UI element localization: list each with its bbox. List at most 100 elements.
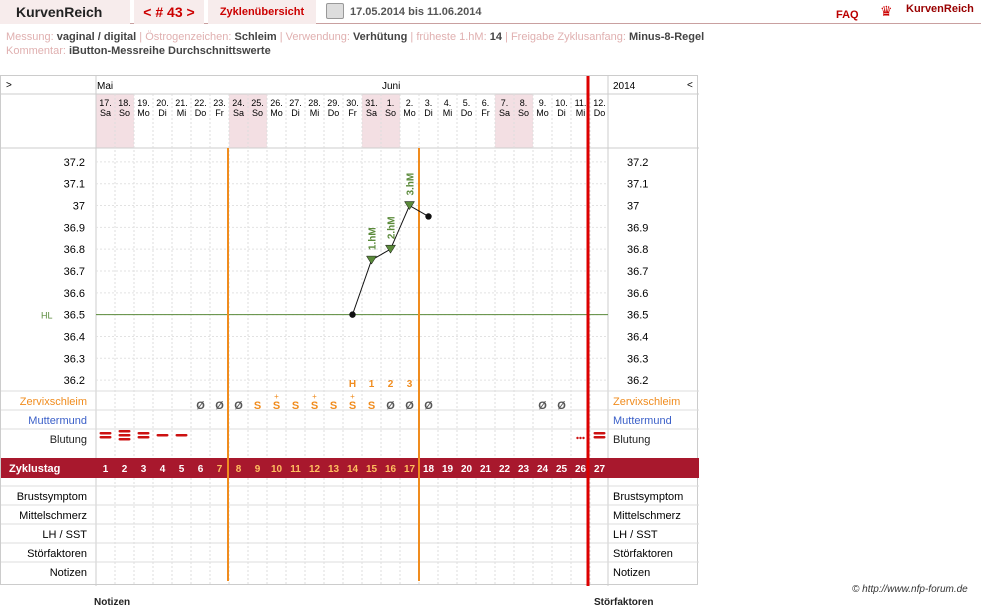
bleeding-mark — [118, 434, 131, 437]
temp-tick-right: 36.7 — [627, 266, 648, 278]
oestrogen-label: Östrogenzeichen: — [145, 31, 232, 43]
logo-text[interactable]: KurvenReich — [906, 3, 974, 15]
row-label-blutung: Blutung — [50, 434, 87, 446]
day-date: 5. — [463, 98, 471, 108]
faq-link[interactable]: FAQ — [836, 3, 859, 27]
zervix-symbol: Ø — [538, 400, 547, 412]
h-marker: 3 — [407, 379, 413, 390]
day-date: 18. — [118, 98, 131, 108]
day-weekday: Di — [158, 108, 167, 118]
day-date: 31. — [365, 98, 378, 108]
day-weekday: Sa — [233, 108, 244, 118]
day-date: 21. — [175, 98, 188, 108]
day-weekday: Sa — [100, 108, 111, 118]
day-date: 2. — [406, 98, 414, 108]
h-marker: 1 — [369, 379, 375, 390]
day-date: 4. — [444, 98, 452, 108]
zervix-symbol: Ø — [234, 400, 243, 412]
cycle-day-number: 22 — [499, 464, 511, 475]
row-label-right-mittel: Mittelschmerz — [613, 510, 681, 522]
cycle-chart[interactable]: > <2014 Mai Juni 17. Sa 18. So 19. Mo 20. Di 21. Mi 22… — [0, 75, 699, 586]
freigabe-label: Freigabe Zyklusanfang: — [510, 31, 626, 43]
row-label-right-blutung: Blutung — [613, 434, 650, 446]
cycle-day-number: 8 — [236, 464, 242, 475]
bleeding-dot — [576, 436, 579, 440]
zervix-symbol: Ø — [405, 400, 414, 412]
bleeding-mark — [137, 432, 150, 435]
zervix-symbol: Ø — [215, 400, 224, 412]
temp-point-hm — [366, 255, 377, 265]
hm-label: 3.hM — [406, 173, 417, 196]
hl-label: HL — [41, 311, 53, 321]
row-label-mittel: Mittelschmerz — [19, 510, 87, 522]
cycle-day-number: 15 — [366, 464, 378, 475]
verwendung-label: Verwendung: — [285, 31, 350, 43]
day-date: 10. — [555, 98, 568, 108]
messung-label: Messung: — [6, 31, 54, 43]
temp-tick-left: 36.9 — [64, 222, 85, 234]
cycle-meta: Messung: vaginal / digital | Östrogenzei… — [6, 31, 705, 57]
day-weekday: Fr — [215, 108, 224, 118]
temp-tick-left: 37 — [73, 201, 85, 213]
day-date: 12. — [593, 98, 606, 108]
cycle-day-number: 25 — [556, 464, 568, 475]
cycle-day-number: 21 — [480, 464, 492, 475]
cycle-day-number: 24 — [537, 464, 549, 475]
zervix-symbol: Ø — [196, 400, 205, 412]
month-label: Mai — [97, 81, 113, 92]
temp-point — [349, 311, 356, 318]
day-weekday: Di — [424, 108, 433, 118]
zervix-symbol: S — [273, 400, 280, 412]
nav-right-button[interactable]: < — [687, 80, 693, 91]
temp-tick-left: 36.3 — [64, 353, 85, 365]
zervix-symbol: Ø — [557, 400, 566, 412]
row-label-zervix: Zervixschleim — [20, 396, 87, 408]
nav-left-button[interactable]: > — [6, 80, 12, 91]
cycle-chart-svg[interactable]: > <2014Mai Juni17.Sa18.So19.Mo20.Di21.Mi22… — [1, 76, 699, 586]
day-weekday: Sa — [499, 108, 510, 118]
day-weekday: Fr — [481, 108, 490, 118]
day-date: 25. — [251, 98, 264, 108]
zervix-symbol: Ø — [386, 400, 395, 412]
day-date: 22. — [194, 98, 207, 108]
cycle-day-number: 18 — [423, 464, 435, 475]
temp-tick-left: 36.6 — [64, 288, 85, 300]
temp-point — [425, 213, 432, 220]
temp-tick-right: 36.8 — [627, 244, 648, 256]
hm-label: früheste 1.hM: — [416, 31, 487, 43]
day-weekday: Mo — [403, 108, 416, 118]
row-label-right-zervix: Zervixschleim — [613, 396, 680, 408]
temp-tick-left: 36.4 — [64, 331, 85, 343]
verwendung-value: Verhütung — [352, 31, 408, 43]
month-label: Juni — [382, 81, 400, 92]
cycle-navigator[interactable]: < # 43 > — [134, 0, 204, 24]
row-label-right-brust: Brustsymptom — [613, 491, 683, 503]
brand-title[interactable]: KurvenReich — [0, 0, 130, 24]
cycle-day-number: 27 — [594, 464, 606, 475]
bleeding-mark — [137, 436, 150, 439]
print-icon[interactable] — [326, 3, 344, 19]
hm-value: 14 — [489, 31, 502, 43]
bleeding-mark — [118, 430, 131, 433]
day-weekday: So — [252, 108, 263, 118]
day-date: 1. — [387, 98, 395, 108]
copyright[interactable]: © http://www.nfp-forum.de — [852, 584, 968, 595]
temp-tick-right: 36.6 — [627, 288, 648, 300]
zervix-symbol: S — [368, 400, 375, 412]
day-date: 29. — [327, 98, 340, 108]
footer-stoerfaktoren: Störfaktoren — [594, 597, 654, 608]
day-weekday: Mo — [270, 108, 283, 118]
h-marker: H — [349, 379, 356, 390]
day-weekday: So — [385, 108, 396, 118]
zyklustag-label: Zyklustag — [9, 463, 60, 475]
footer-notizen: Notizen — [94, 597, 131, 608]
row-label-muttermund: Muttermund — [28, 415, 87, 427]
cycle-overview-link[interactable]: Zyklenübersicht — [208, 0, 316, 24]
day-weekday: Mi — [443, 108, 453, 118]
day-weekday: Mi — [310, 108, 320, 118]
cycle-day-number: 6 — [198, 464, 204, 475]
kommentar-label: Kommentar: — [6, 45, 66, 57]
cycle-day-number: 5 — [179, 464, 185, 475]
row-label-right-muttermund: Muttermund — [613, 415, 672, 427]
cycle-day-number: 26 — [575, 464, 587, 475]
